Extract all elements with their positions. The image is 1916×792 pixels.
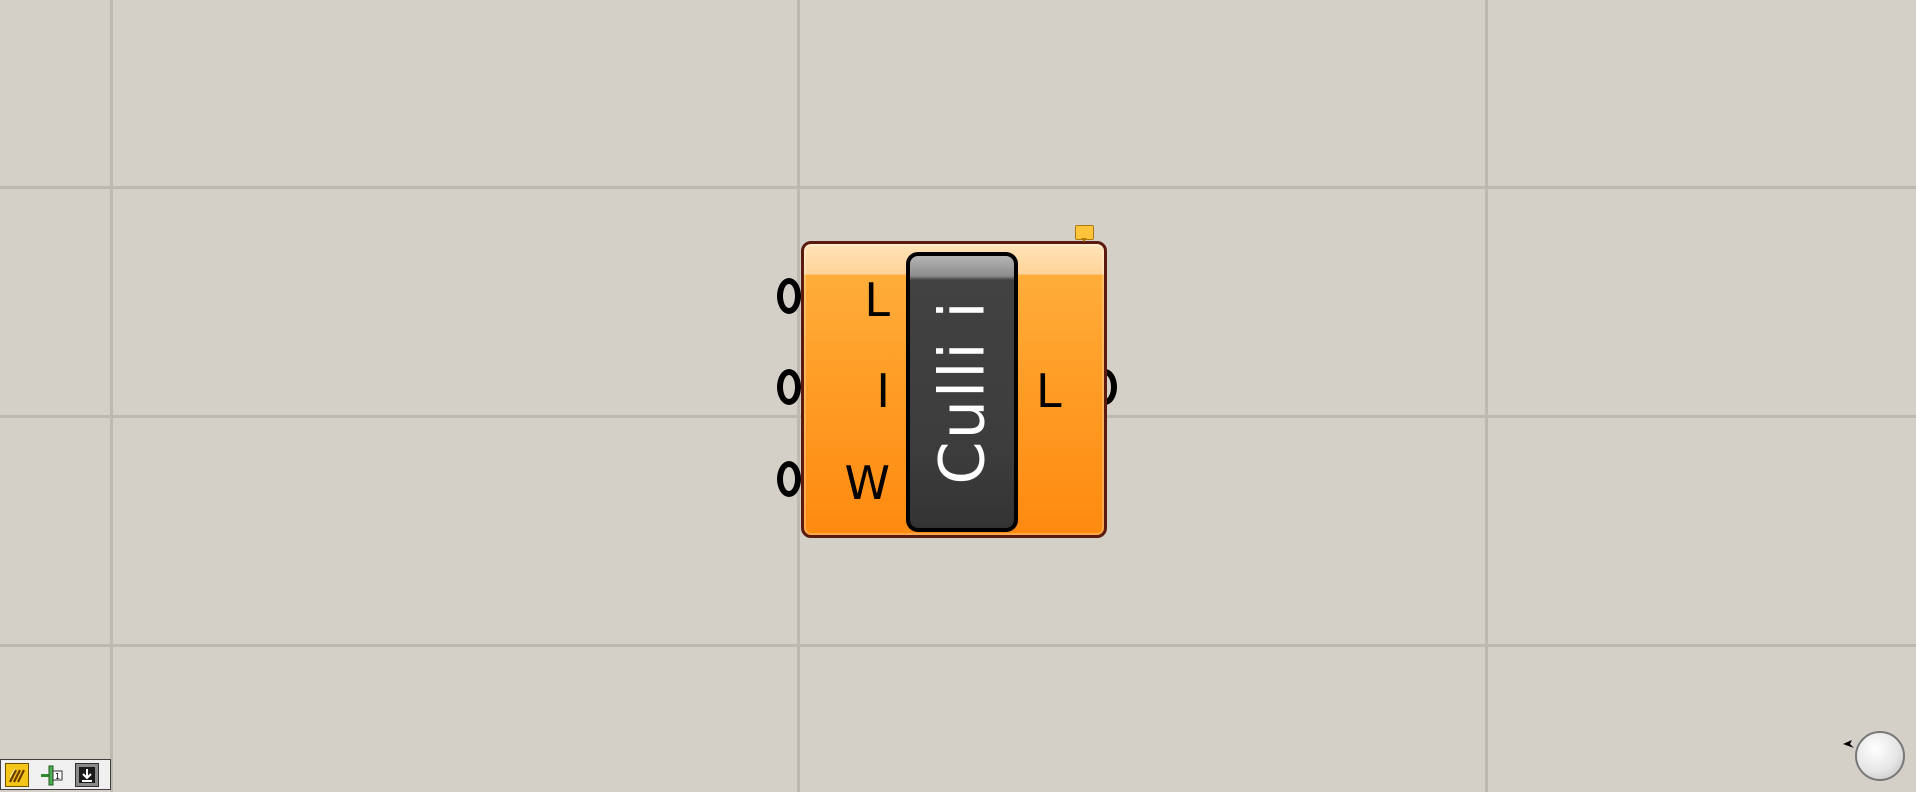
component-nickname-capsule[interactable]: Culli i [906, 252, 1018, 532]
grid-line-horizontal [0, 644, 1916, 647]
input-grip-list[interactable] [777, 278, 801, 314]
component-nickname: Culli i [925, 299, 999, 485]
grid-line-vertical [110, 0, 113, 792]
component-body[interactable]: L I W Culli i L [801, 241, 1107, 538]
grid-line-horizontal [0, 186, 1916, 189]
canvas-toolbar: 1 [0, 759, 111, 790]
svg-text:1: 1 [55, 772, 60, 781]
grid-line-vertical [1485, 0, 1488, 792]
input-grip-wrap[interactable] [777, 461, 801, 497]
input-grip-indices[interactable] [777, 369, 801, 405]
input-label-list[interactable]: L [860, 277, 890, 323]
download-icon [79, 766, 95, 783]
download-button[interactable] [75, 762, 99, 787]
cursor-pointer-icon [1843, 740, 1854, 748]
canvas-preview-icon [9, 768, 25, 782]
input-label-wrap[interactable]: W [832, 460, 890, 506]
input-label-indices[interactable]: I [860, 368, 890, 414]
number-slider-button[interactable]: 1 [40, 763, 64, 787]
preview-balloon-icon[interactable] [1075, 225, 1094, 242]
navigation-compass-icon[interactable] [1855, 731, 1905, 781]
number-slider-icon: 1 [41, 765, 63, 785]
output-label-list[interactable]: L [1036, 368, 1066, 414]
cull-index-component[interactable]: L I W Culli i L [777, 225, 1117, 538]
canvas-preview-button[interactable] [5, 762, 29, 787]
